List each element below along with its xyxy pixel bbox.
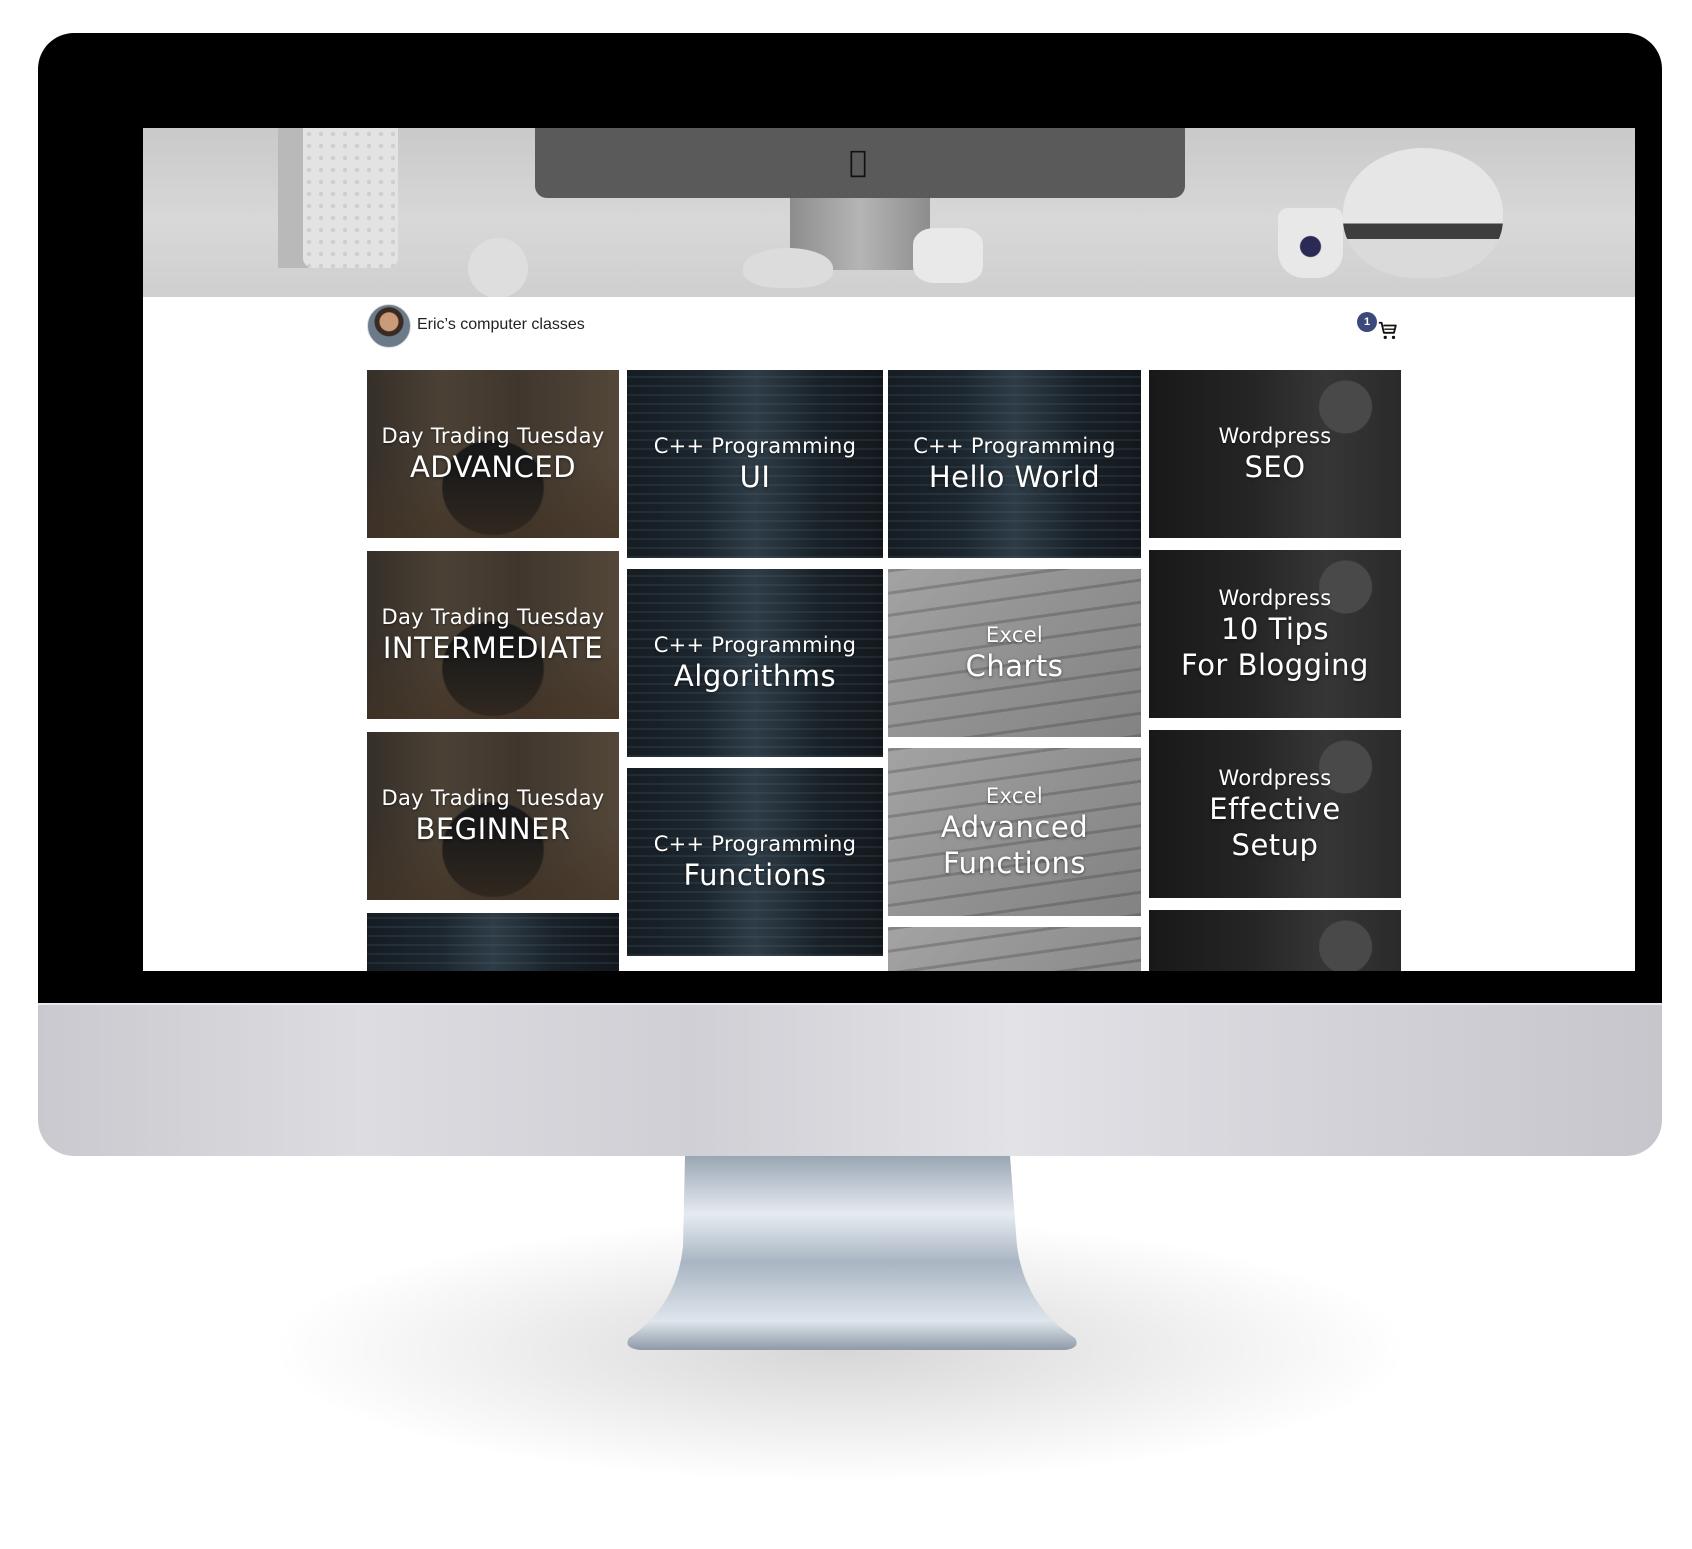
course-tile[interactable]: Wordpress [1149, 910, 1401, 971]
banner-teapot [1343, 148, 1503, 278]
site-header: Eric’s computer classes 1 [367, 304, 1403, 350]
course-tile-category: C++ Programming [653, 633, 857, 657]
course-tile-title: 10 Tips For Blogging [1181, 612, 1369, 682]
course-tile-caption: Excel Advanced Functions [888, 748, 1141, 916]
course-tile[interactable]: Wordpress Effective Setup [1149, 730, 1401, 898]
course-tile[interactable]: Day Trading Tuesday INTERMEDIATE [367, 551, 619, 719]
course-tile-category: Wordpress [1218, 586, 1332, 610]
course-tile-title: Algorithms [673, 659, 837, 693]
course-tile[interactable]: Wordpress SEO [1149, 370, 1401, 538]
course-tile-caption: Excel Charts [888, 569, 1141, 737]
course-tile-caption: Wordpress [1149, 910, 1401, 971]
banner-vase-dotted [303, 128, 398, 268]
course-tile[interactable]: C++ Programming Hello World [888, 370, 1141, 558]
course-tile[interactable]: Day Trading Tuesday [367, 913, 619, 971]
course-tile-title: Effective Setup [1209, 792, 1341, 862]
shopping-cart-icon [1378, 321, 1397, 340]
course-tile-title: INTERMEDIATE [382, 631, 604, 665]
course-tile-category: Wordpress [1218, 424, 1332, 448]
apple-logo-icon:  [843, 146, 873, 180]
course-tile-category: C++ Programming [913, 434, 1116, 458]
cart-count-badge: 1 [1357, 312, 1377, 332]
course-tile-caption: Day Trading Tuesday ADVANCED [367, 370, 619, 538]
course-tile-caption: C++ Programming Algorithms [627, 569, 883, 757]
course-tile[interactable]: Excel [888, 927, 1141, 971]
course-tile-title: Functions [683, 858, 827, 892]
course-tile[interactable]: Day Trading Tuesday ADVANCED [367, 370, 619, 538]
course-tile-title: Advanced Functions [940, 810, 1089, 880]
course-tile[interactable]: C++ Programming Algorithms [627, 569, 883, 757]
course-tile-title: SEO [1244, 450, 1306, 484]
course-tile-title: Charts [965, 649, 1064, 683]
cart-button[interactable]: 1 [1357, 312, 1403, 344]
course-tile-caption: C++ Programming Hello World [888, 370, 1141, 558]
course-tile[interactable]: Wordpress 10 Tips For Blogging [1149, 550, 1401, 718]
site-brand-name[interactable]: Eric’s computer classes [417, 316, 585, 334]
course-tile-caption: C++ Programming Functions [627, 768, 883, 956]
course-tile[interactable]: Excel Charts [888, 569, 1141, 737]
course-tile-title: BEGINNER [415, 812, 571, 846]
course-tile-caption: Wordpress Effective Setup [1149, 730, 1401, 898]
header-banner-image:  [143, 128, 1635, 297]
course-tile[interactable]: Excel Advanced Functions [888, 748, 1141, 916]
course-tile-caption: Wordpress SEO [1149, 370, 1401, 538]
course-tile[interactable]: C++ Programming Functions [627, 768, 883, 956]
course-tile-title: ADVANCED [409, 450, 577, 484]
course-tile-category: C++ Programming [653, 832, 857, 856]
avatar[interactable] [367, 304, 411, 348]
course-tile-category: Day Trading Tuesday [381, 786, 605, 810]
course-tile-title: Hello World [928, 460, 1101, 494]
course-tile-category: Wordpress [1218, 766, 1332, 790]
imac-chin [38, 1003, 1662, 1156]
course-tile-caption: C++ Programming UI [627, 370, 883, 558]
banner-crumpled-paper [913, 228, 983, 283]
course-tile-category: Day Trading Tuesday [381, 605, 605, 629]
course-tile[interactable]: C++ Programming UI [627, 370, 883, 558]
course-grid: Day Trading Tuesday ADVANCED Day Trading T… [367, 370, 1407, 971]
course-tile-caption: Day Trading Tuesday BEGINNER [367, 732, 619, 900]
course-tile-caption: Wordpress 10 Tips For Blogging [1149, 550, 1401, 718]
course-tile-category: Excel [985, 784, 1044, 808]
course-tile-caption: Day Trading Tuesday [367, 913, 619, 971]
course-tile-title: UI [739, 460, 771, 494]
banner-cup [1278, 208, 1343, 278]
banner-ball [468, 238, 528, 297]
course-tile-caption: Excel [888, 927, 1141, 971]
course-tile[interactable]: Day Trading Tuesday BEGINNER [367, 732, 619, 900]
course-tile-category: Day Trading Tuesday [381, 424, 605, 448]
imac-bezel:  Eric’s computer classes 1 Day Trading … [38, 33, 1662, 1003]
course-tile-category: Excel [985, 623, 1044, 647]
imac-stand [627, 1156, 1077, 1350]
browser-screen:  Eric’s computer classes 1 Day Trading … [143, 128, 1635, 971]
banner-bird-figurine [743, 248, 833, 288]
course-tile-caption: Day Trading Tuesday INTERMEDIATE [367, 551, 619, 719]
course-tile-category: C++ Programming [653, 434, 857, 458]
